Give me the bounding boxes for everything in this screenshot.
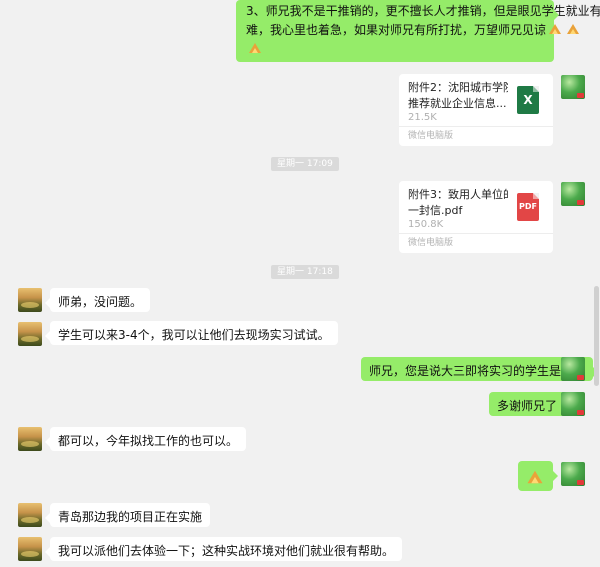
message-text: 难，我心里也着急，如果对师兄有所打扰，万望师兄见谅 [246, 21, 580, 40]
message-text: 学生可以来3-4个，我可以让他们去现场实习试试。 [58, 328, 330, 342]
message-text: 我可以派他们去体验一下；这种实战环境对他们就业很有帮助。 [58, 544, 395, 558]
contact-message-bubble[interactable]: 师弟，没问题。 [44, 288, 151, 312]
self-message-bubble[interactable]: 3、师兄我不是干推销的，更不擅长人才推销，但是眼见学生就业有困 难，我心里也着急… [236, 0, 600, 62]
timestamp-divider: 星期一 17:09 [271, 157, 339, 171]
contact-message-bubble[interactable]: 我可以派他们去体验一下；这种实战环境对他们就业很有帮助。 [44, 537, 403, 561]
file-name: 附件2：沈阳城市学院 推荐就业企业信息... [408, 81, 508, 110]
self-avatar[interactable] [561, 462, 585, 486]
contact-message-bubble[interactable]: 都可以，今年拟找工作的也可以。 [44, 427, 247, 451]
pdf-file-icon: PDF [517, 193, 539, 221]
self-avatar[interactable] [561, 392, 585, 416]
message-text: 师弟，没问题。 [58, 295, 143, 309]
message-text: 多谢师兄了 [497, 399, 558, 413]
self-message-bubble[interactable]: 师兄，您是说大三即将实习的学生是吗？ [361, 357, 599, 381]
message-text: 都可以，今年拟找工作的也可以。 [58, 434, 239, 448]
contact-avatar[interactable] [18, 427, 42, 451]
self-message-bubble[interactable]: 多谢师兄了 [489, 392, 571, 416]
message-text: 师兄，您是说大三即将实习的学生是吗？ [369, 364, 586, 378]
file-size: 150.8K [408, 219, 444, 230]
bow-emoji-icon [526, 470, 544, 485]
contact-avatar[interactable] [18, 288, 42, 312]
file-attachment-card[interactable]: 附件3：致用人单位的 一封信.pdf 150.8K PDF 微信电脑版 [399, 181, 553, 253]
contact-avatar[interactable] [18, 537, 42, 561]
bow-emoji-icon [248, 42, 262, 54]
message-text: 3、师兄我不是干推销的，更不擅长人才推销，但是眼见学生就业有困 [246, 4, 600, 18]
bow-emoji-icon [548, 23, 562, 35]
file-name: 附件3：致用人单位的 一封信.pdf [408, 188, 508, 217]
contact-message-bubble[interactable]: 学生可以来3-4个，我可以让他们去现场实习试试。 [45, 321, 338, 345]
file-attachment-card[interactable]: 附件2：沈阳城市学院 推荐就业企业信息... 21.5K X 微信电脑版 [399, 74, 553, 146]
contact-message-bubble[interactable]: 青岛那边我的项目正在实施 [44, 503, 211, 527]
message-text [246, 40, 544, 59]
self-avatar[interactable] [561, 75, 585, 99]
contact-avatar[interactable] [18, 322, 42, 346]
bow-emoji-icon [566, 23, 580, 35]
chat-message-list[interactable]: 3、师兄我不是干推销的，更不擅长人才推销，但是眼见学生就业有困 难，我心里也着急… [0, 0, 600, 567]
self-message-bubble[interactable] [518, 461, 558, 491]
message-text: 青岛那边我的项目正在实施 [58, 510, 203, 524]
file-source-label: 微信电脑版 [399, 233, 553, 253]
file-source-label: 微信电脑版 [399, 126, 553, 146]
excel-file-icon: X [517, 86, 539, 114]
contact-avatar[interactable] [18, 503, 42, 527]
self-avatar[interactable] [561, 182, 585, 206]
file-size: 21.5K [408, 112, 437, 123]
timestamp-divider: 星期一 17:18 [271, 265, 339, 279]
self-avatar[interactable] [561, 357, 585, 381]
chat-scrollbar[interactable] [594, 286, 599, 386]
